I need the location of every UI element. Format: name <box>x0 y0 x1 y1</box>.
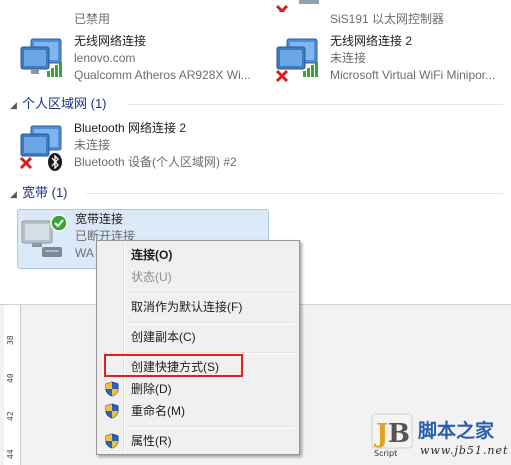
menu-item-label: 创建副本(C) <box>131 330 196 344</box>
logo-subtext: Script <box>374 449 398 458</box>
menu-item-create-copy[interactable]: 创建副本(C) <box>100 326 296 348</box>
ruler-label: 40 <box>6 373 15 383</box>
connection-device: SiS191 以太网控制器 <box>330 12 445 26</box>
svg-text:J: J <box>374 419 388 449</box>
context-menu: 连接(O) 状态(U) 取消作为默认连接(F) 创建副本(C) 创建快捷方式(S… <box>96 240 300 455</box>
connection-name: Bluetooth 网络连接 2 <box>74 121 187 135</box>
network-adapter-icon <box>17 0 67 12</box>
wireless-adapter-disconnected-icon <box>273 35 323 85</box>
menu-item-label: 连接(O) <box>131 248 173 262</box>
uac-shield-icon <box>104 433 120 449</box>
site-name: 脚本之家 <box>418 420 495 442</box>
group-header-pan[interactable]: ◢ 个人区域网 (1) <box>10 95 107 113</box>
broadband-modem-icon <box>18 213 68 263</box>
wireless-adapter-icon <box>17 35 67 85</box>
menu-separator <box>127 322 295 324</box>
group-header-broadband[interactable]: ◢ 宽带 (1) <box>10 184 68 202</box>
vertical-ruler: 38 40 42 44 <box>4 305 21 465</box>
collapse-arrow-icon: ◢ <box>10 100 17 110</box>
connection-status: 未连接 <box>330 51 367 65</box>
bluetooth-adapter-icon <box>17 122 67 172</box>
group-divider <box>86 193 503 194</box>
menu-separator <box>127 292 295 294</box>
svg-text:B: B <box>388 419 410 449</box>
group-label: 个人区域网 (1) <box>22 96 107 111</box>
connection-item-partial-left[interactable]: 已禁用 <box>17 0 257 26</box>
menu-item-delete[interactable]: 删除(D) <box>100 378 296 400</box>
menu-item-label: 属性(R) <box>131 434 172 448</box>
watermark-logo: J B Script 脚本之家 www.jb51.net <box>368 412 508 462</box>
connection-status: 已禁用 <box>74 12 111 26</box>
highlight-annotation-box <box>104 354 243 377</box>
group-label: 宽带 (1) <box>22 185 68 200</box>
connection-name: 无线网络连接 <box>74 34 147 48</box>
menu-item-properties[interactable]: 属性(R) <box>100 430 296 452</box>
site-url: www.jb51.net <box>420 444 509 457</box>
menu-item-label: 删除(D) <box>131 382 172 396</box>
connection-item-partial-right[interactable]: SiS191 以太网控制器 <box>273 0 511 26</box>
menu-separator <box>127 426 295 428</box>
connection-device: Qualcomm Atheros AR928X Wi... <box>74 68 251 82</box>
network-adapter-disabled-icon <box>273 0 323 18</box>
menu-item-label: 重命名(M) <box>131 404 185 418</box>
connection-item-wireless-2[interactable]: 无线网络连接 2 未连接 Microsoft Virtual WiFi Mini… <box>273 33 511 91</box>
connection-device: Bluetooth 设备(个人区域网) #2 <box>74 155 237 169</box>
menu-item-rename[interactable]: 重命名(M) <box>100 400 296 422</box>
connection-name: 无线网络连接 2 <box>330 34 413 48</box>
menu-item-label: 取消作为默认连接(F) <box>131 300 243 314</box>
ruler-label: 38 <box>6 335 15 345</box>
uac-shield-icon <box>104 381 120 397</box>
connection-item-wireless-1[interactable]: 无线网络连接 lenovo.com Qualcomm Atheros AR928… <box>17 33 267 91</box>
ruler-label: 42 <box>6 411 15 421</box>
collapse-arrow-icon: ◢ <box>10 189 17 199</box>
connection-status: 未连接 <box>74 138 111 152</box>
uac-shield-icon <box>104 403 120 419</box>
connection-name: 宽带连接 <box>75 212 124 226</box>
group-divider <box>128 104 503 105</box>
menu-item-status[interactable]: 状态(U) <box>100 266 296 288</box>
connection-item-bluetooth[interactable]: Bluetooth 网络连接 2 未连接 Bluetooth 设备(个人区域网)… <box>17 120 277 178</box>
connection-device: Microsoft Virtual WiFi Minipor... <box>330 68 496 82</box>
menu-item-label: 状态(U) <box>131 270 172 284</box>
ruler-label: 44 <box>6 449 15 459</box>
menu-item-cancel-default[interactable]: 取消作为默认连接(F) <box>100 296 296 318</box>
menu-item-connect[interactable]: 连接(O) <box>100 244 296 266</box>
connection-status: lenovo.com <box>74 51 136 65</box>
